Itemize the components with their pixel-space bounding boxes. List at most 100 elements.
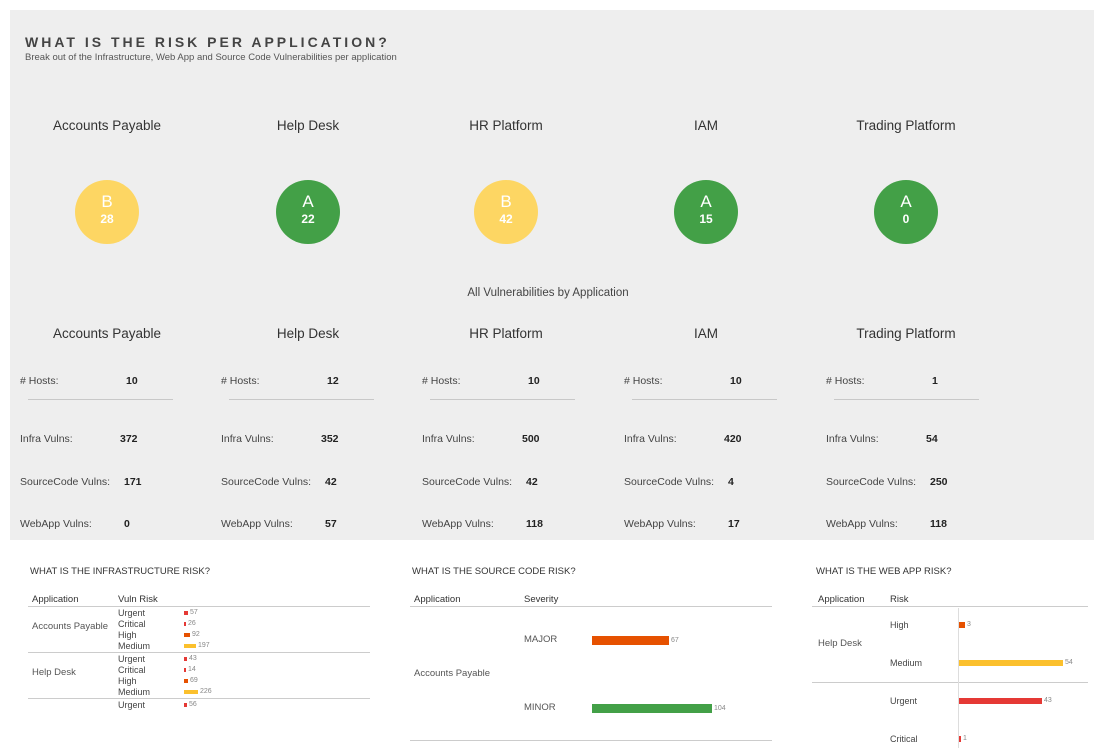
web-risk-label: Medium xyxy=(890,658,923,668)
web-risk-value: 3 xyxy=(967,621,971,628)
source-panel-title: WHAT IS THE SOURCE CODE RISK? xyxy=(412,566,576,577)
infra-risk-bar xyxy=(184,679,188,683)
web-col-application: Application xyxy=(818,594,865,605)
source-severity-label: MINOR xyxy=(524,702,556,713)
infra-risk-value: 43 xyxy=(189,655,197,662)
infra-value: 420 xyxy=(724,433,742,445)
vulns-app-title: HR Platform xyxy=(469,326,543,341)
infra-risk-value: 26 xyxy=(188,620,196,627)
web-app-name: Help Desk xyxy=(818,638,862,649)
hosts-value: 10 xyxy=(528,375,540,387)
grade-badge: B 28 xyxy=(75,180,139,244)
web-risk-bar xyxy=(959,736,961,742)
hosts-value: 1 xyxy=(932,375,938,387)
infra-risk-bar xyxy=(184,690,198,694)
grade-app-title: Trading Platform xyxy=(856,118,956,133)
hosts-label: # Hosts: xyxy=(20,375,59,387)
infra-value: 352 xyxy=(321,433,339,445)
infra-risk-value: 226 xyxy=(200,688,212,695)
vulns-app-title: Accounts Payable xyxy=(52,326,162,341)
vulns-app-title: Help Desk xyxy=(276,326,340,341)
grade-score: 22 xyxy=(301,212,315,226)
web-panel-title: WHAT IS THE WEB APP RISK? xyxy=(816,566,952,577)
source-value: 171 xyxy=(124,476,142,488)
web-risk-value: 1 xyxy=(963,735,967,742)
hosts-divider xyxy=(28,399,173,400)
source-label: SourceCode Vulns: xyxy=(20,476,111,488)
webapp-label: WebApp Vulns: xyxy=(20,518,92,530)
infra-risk-label: Urgent xyxy=(118,700,146,710)
infra-risk-bar xyxy=(184,657,187,661)
infra-label: Infra Vulns: xyxy=(422,433,475,445)
hosts-value: 10 xyxy=(126,375,138,387)
infra-label: Infra Vulns: xyxy=(826,433,879,445)
grade-app-title: Help Desk xyxy=(276,118,340,133)
infra-value: 372 xyxy=(120,433,138,445)
infra-risk-bar xyxy=(184,668,186,672)
web-axis-line xyxy=(958,608,959,748)
hosts-label: # Hosts: xyxy=(221,375,260,387)
infra-value: 54 xyxy=(926,433,938,445)
grade-letter: B xyxy=(101,192,113,211)
source-severity-value: 104 xyxy=(714,705,726,712)
infra-col-risk: Vuln Risk xyxy=(118,594,158,605)
grade-score: 28 xyxy=(100,212,114,226)
infra-label: Infra Vulns: xyxy=(20,433,73,445)
infra-risk-label: Medium xyxy=(118,687,151,697)
webapp-label: WebApp Vulns: xyxy=(422,518,494,530)
vulns-app-title: IAM xyxy=(693,326,718,341)
hosts-divider xyxy=(430,399,575,400)
web-col-risk: Risk xyxy=(890,594,909,605)
infra-risk-label: High xyxy=(118,676,137,686)
web-risk-label: Critical xyxy=(890,734,918,744)
webapp-label: WebApp Vulns: xyxy=(221,518,293,530)
grade-app-title: IAM xyxy=(693,118,718,133)
web-risk-bar xyxy=(959,622,965,628)
source-value: 250 xyxy=(930,476,948,488)
hosts-label: # Hosts: xyxy=(826,375,865,387)
source-col-severity: Severity xyxy=(524,594,559,605)
webapp-label: WebApp Vulns: xyxy=(826,518,898,530)
infra-app-name: Accounts Payable xyxy=(32,621,109,632)
source-label: SourceCode Vulns: xyxy=(221,476,312,488)
hosts-value: 12 xyxy=(327,375,339,387)
grade-app-title: Accounts Payable xyxy=(52,118,162,133)
infra-risk-label: Critical xyxy=(118,619,146,629)
grade-badge: A0 xyxy=(874,180,938,244)
source-row-divider xyxy=(410,740,772,741)
infra-risk-value: 197 xyxy=(198,642,210,649)
infra-risk-bar xyxy=(184,622,186,626)
hosts-value: 10 xyxy=(730,375,742,387)
grade-badge: A 22 xyxy=(276,180,340,244)
grade-letter: A xyxy=(900,192,912,211)
infra-risk-value: 57 xyxy=(190,609,198,616)
infra-risk-bar xyxy=(184,611,188,615)
infra-header-divider xyxy=(28,606,370,607)
page-title: WHAT IS THE RISK PER APPLICATION? xyxy=(25,34,390,50)
webapp-value: 17 xyxy=(728,518,740,530)
source-value: 42 xyxy=(325,476,337,488)
web-risk-value: 54 xyxy=(1065,659,1073,666)
grade-score: 42 xyxy=(499,212,513,226)
hosts-label: # Hosts: xyxy=(624,375,663,387)
vulns-app-title: Trading Platform xyxy=(856,326,956,341)
source-value: 42 xyxy=(526,476,538,488)
web-risk-label: Urgent xyxy=(890,696,918,706)
web-risk-bar xyxy=(959,698,1042,704)
source-severity-value: 67 xyxy=(671,637,679,644)
grade-score: 15 xyxy=(699,212,713,226)
infra-label: Infra Vulns: xyxy=(221,433,274,445)
source-severity-bar xyxy=(592,704,712,713)
infra-risk-label: Urgent xyxy=(118,654,146,664)
web-row-divider xyxy=(812,682,1088,683)
hosts-divider xyxy=(229,399,374,400)
webapp-value: 57 xyxy=(325,518,337,530)
infra-label: Infra Vulns: xyxy=(624,433,677,445)
grade-letter: B xyxy=(500,192,512,211)
hosts-divider xyxy=(632,399,777,400)
webapp-value: 118 xyxy=(526,518,543,530)
infra-col-application: Application xyxy=(32,594,79,605)
infra-risk-value: 69 xyxy=(190,677,198,684)
hosts-divider xyxy=(834,399,979,400)
infra-risk-label: Urgent xyxy=(118,608,146,618)
